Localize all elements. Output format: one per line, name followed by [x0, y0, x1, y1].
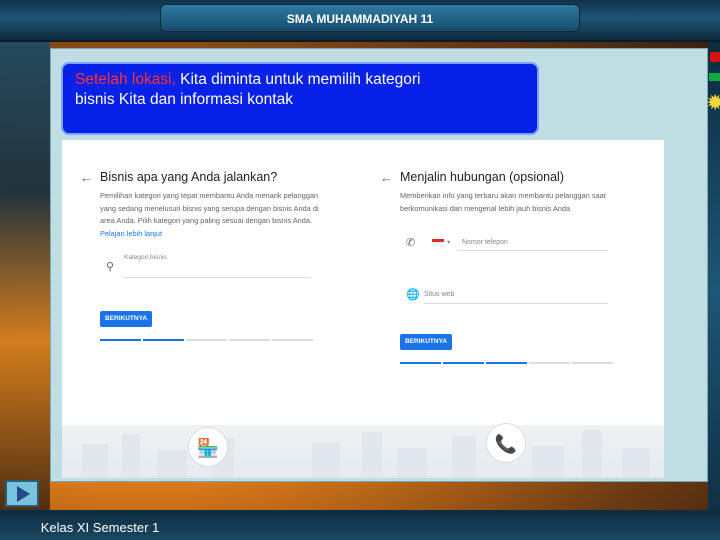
country-flag-white: [432, 242, 444, 245]
progress-step-3: [486, 362, 527, 364]
phone-call-icon: 📞: [486, 423, 526, 463]
play-icon: [17, 486, 30, 502]
progress-step-5: [572, 362, 613, 364]
phone-icon: ✆: [406, 237, 416, 249]
category-input[interactable]: [124, 277, 310, 278]
progress-step-4: [229, 339, 270, 341]
website-input[interactable]: [424, 303, 608, 304]
left-decoration: [0, 42, 50, 540]
next-button[interactable]: BERIKUTNYA: [400, 334, 453, 350]
bottom-bar: Kelas XI Semester 1: [0, 510, 720, 540]
website-input-placeholder: Situs web: [424, 291, 455, 298]
back-arrow-icon[interactable]: ←: [80, 170, 93, 185]
next-slide-button[interactable]: [5, 480, 39, 507]
search-icon: ⚲: [106, 261, 115, 273]
progress-step-3: [186, 339, 227, 341]
top-bar: SMA MUHAMMADIYAH 11: [0, 0, 720, 42]
back-arrow-icon[interactable]: ←: [380, 170, 393, 185]
progress-step-1: [100, 339, 141, 341]
embedded-screenshot: ← Bisnis apa yang Anda jalankan? Pemilih…: [62, 140, 664, 478]
callout-line-2: bisnis Kita dan informasi kontak: [75, 91, 293, 108]
progress-step-1: [400, 362, 441, 364]
red-marker: [710, 52, 720, 62]
slide-header-title: SMA MUHAMMADIYAH 11: [286, 12, 434, 26]
phone-input[interactable]: [458, 250, 608, 251]
progress-step-4: [529, 362, 570, 364]
contact-description: Memberikan info yang terbaru akan memban…: [400, 191, 606, 213]
class-semester-label: Kelas XI Semester 1: [40, 520, 160, 535]
progress-step-2: [443, 362, 484, 364]
phone-input-placeholder: Nomor telepon: [462, 239, 508, 246]
callout-line-1: Setelah lokasi, Kita diminta untuk memil…: [75, 70, 525, 90]
gear-icon: ✹: [706, 90, 720, 115]
category-field-label: Kategori bisnis: [124, 254, 167, 261]
city-skyline-illustration: [62, 425, 664, 478]
category-title: Bisnis apa yang Anda jalankan?: [100, 170, 278, 184]
callout-highlight: Setelah lokasi,: [75, 71, 176, 88]
progress-step-2: [143, 339, 184, 341]
next-button[interactable]: BERIKUTNYA: [100, 311, 153, 327]
green-marker: [709, 73, 720, 81]
callout-box: Setelah lokasi, Kita diminta untuk memil…: [61, 62, 539, 135]
right-decoration: [708, 42, 720, 540]
callout-text: Kita diminta untuk memilih kategori: [175, 71, 421, 88]
progress-step-5: [272, 339, 313, 341]
contact-title: Menjalin hubungan (opsional): [400, 170, 565, 184]
store-icon: 🏪: [188, 427, 228, 467]
country-dropdown-icon[interactable]: ▾: [447, 238, 450, 246]
learn-more-link[interactable]: Pelajari lebih lanjut: [100, 229, 162, 238]
globe-icon: 🌐: [406, 289, 420, 301]
category-description: Pemilihan kategori yang tepat membantu A…: [100, 191, 319, 238]
